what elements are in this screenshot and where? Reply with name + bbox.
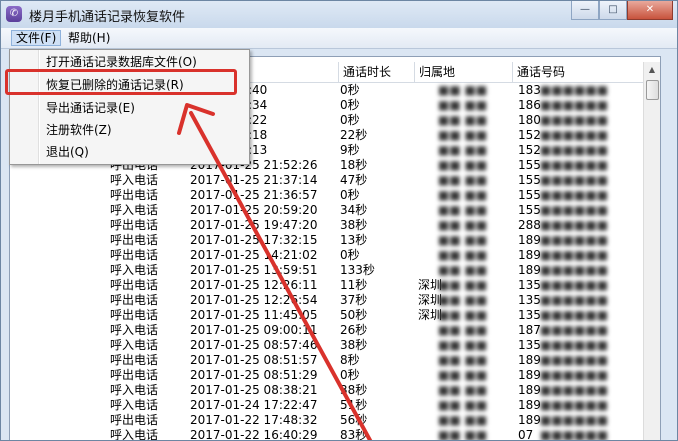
annotation-arrow-icon — [177, 103, 373, 440]
app-window: ✆ 楼月手机通话记录恢复软件 — □ ✕ 文件(F) 帮助(H) 通话时长 归属… — [0, 0, 678, 441]
